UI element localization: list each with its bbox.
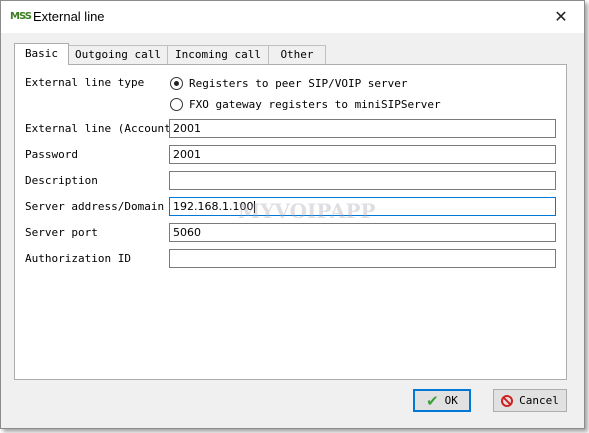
password-label: Password [25,148,78,161]
password-input[interactable]: 2001 [169,145,556,164]
dialog-window: MSS External line ✕ Basic Outgoing call … [0,0,585,429]
radio-fxo-gateway[interactable]: FXO gateway registers to miniSIPServer [170,96,441,112]
close-button[interactable]: ✕ [549,5,573,29]
account-label: External line (Account) [25,122,178,135]
radio-fxo-gateway-label: FXO gateway registers to miniSIPServer [189,97,441,111]
description-label: Description [25,174,98,187]
radio-peer-sip-server-label: Registers to peer SIP/VOIP server [189,76,408,90]
tab-basic[interactable]: Basic [14,43,69,65]
ok-button[interactable]: ✔ OK [413,389,471,412]
authorization-id-input[interactable] [169,249,556,268]
tab-other[interactable]: Other [268,45,326,64]
cancel-icon [501,394,514,407]
server-port-label: Server port [25,226,98,239]
authorization-id-label: Authorization ID [25,252,131,265]
description-input[interactable] [169,171,556,190]
radio-unchecked-icon [170,97,183,111]
external-line-type-label: External line type [25,76,145,89]
account-input[interactable]: 2001 [169,119,556,138]
window-title: External line [33,9,105,24]
server-address-label: Server address/Domain [25,200,165,213]
cancel-button[interactable]: Cancel [493,389,567,412]
title-bar[interactable]: MSS External line ✕ [1,1,584,33]
tab-outgoing-call[interactable]: Outgoing call [68,45,168,64]
text-caret [254,201,256,213]
cancel-button-label: Cancel [519,394,559,407]
server-address-value: 192.168.1.100 [173,200,254,213]
tab-incoming-call[interactable]: Incoming call [167,45,269,64]
mss-logo-icon: MSS [10,11,32,22]
radio-checked-icon [170,76,183,90]
checkmark-icon: ✔ [426,391,439,410]
basic-tab-panel: External line type Registers to peer SIP… [14,64,567,380]
ok-button-label: OK [444,394,458,407]
server-port-input[interactable]: 5060 [169,223,556,242]
server-address-input[interactable]: 192.168.1.100 [169,197,556,216]
radio-peer-sip-server[interactable]: Registers to peer SIP/VOIP server [170,75,408,91]
